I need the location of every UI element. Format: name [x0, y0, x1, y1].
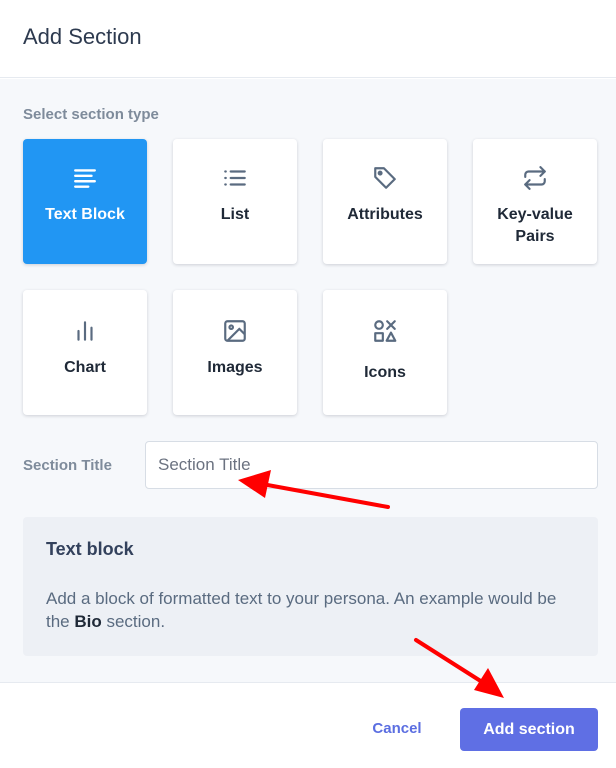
section-title-input[interactable] — [145, 441, 598, 489]
bar-chart-icon — [23, 318, 147, 344]
tile-label: List — [220, 206, 250, 223]
list-icon — [173, 165, 297, 191]
tile-list[interactable]: List — [173, 139, 297, 264]
dialog-body: Select section type Text Block List Attr… — [0, 79, 616, 682]
tile-label: Text Block — [45, 206, 125, 223]
tile-label: Key-value Pairs — [497, 206, 573, 245]
tile-icons[interactable]: Icons — [323, 290, 447, 415]
tile-attributes[interactable]: Attributes — [323, 139, 447, 264]
tile-label: Chart — [64, 359, 106, 376]
section-type-info: Text block Add a block of formatted text… — [23, 517, 598, 656]
dialog-title: Add Section — [23, 24, 142, 49]
info-description: Add a block of formatted text to your pe… — [46, 587, 576, 633]
cancel-button[interactable]: Cancel — [355, 713, 439, 743]
tile-images[interactable]: Images — [173, 290, 297, 415]
dialog-header: Add Section — [0, 0, 616, 78]
tile-label: Icons — [364, 364, 406, 381]
info-title: Text block — [46, 539, 134, 559]
dialog-footer: Cancel Add section — [0, 682, 616, 768]
shapes-icon — [323, 318, 447, 344]
info-description-bold: Bio — [74, 612, 102, 631]
align-left-icon — [23, 165, 147, 191]
tile-label: Attributes — [347, 206, 423, 223]
add-section-button[interactable]: Add section — [460, 708, 598, 751]
tile-key-value-pairs[interactable]: Key-value Pairs — [473, 139, 597, 264]
tile-chart[interactable]: Chart — [23, 290, 147, 415]
repeat-icon — [473, 165, 597, 191]
image-icon — [173, 318, 297, 344]
section-title-label: Section Title — [23, 457, 112, 474]
tag-icon — [323, 165, 447, 191]
tile-text-block[interactable]: Text Block — [23, 139, 147, 264]
tile-label: Images — [207, 359, 263, 376]
section-type-label: Select section type — [23, 106, 159, 123]
info-description-suffix: section. — [101, 612, 166, 631]
